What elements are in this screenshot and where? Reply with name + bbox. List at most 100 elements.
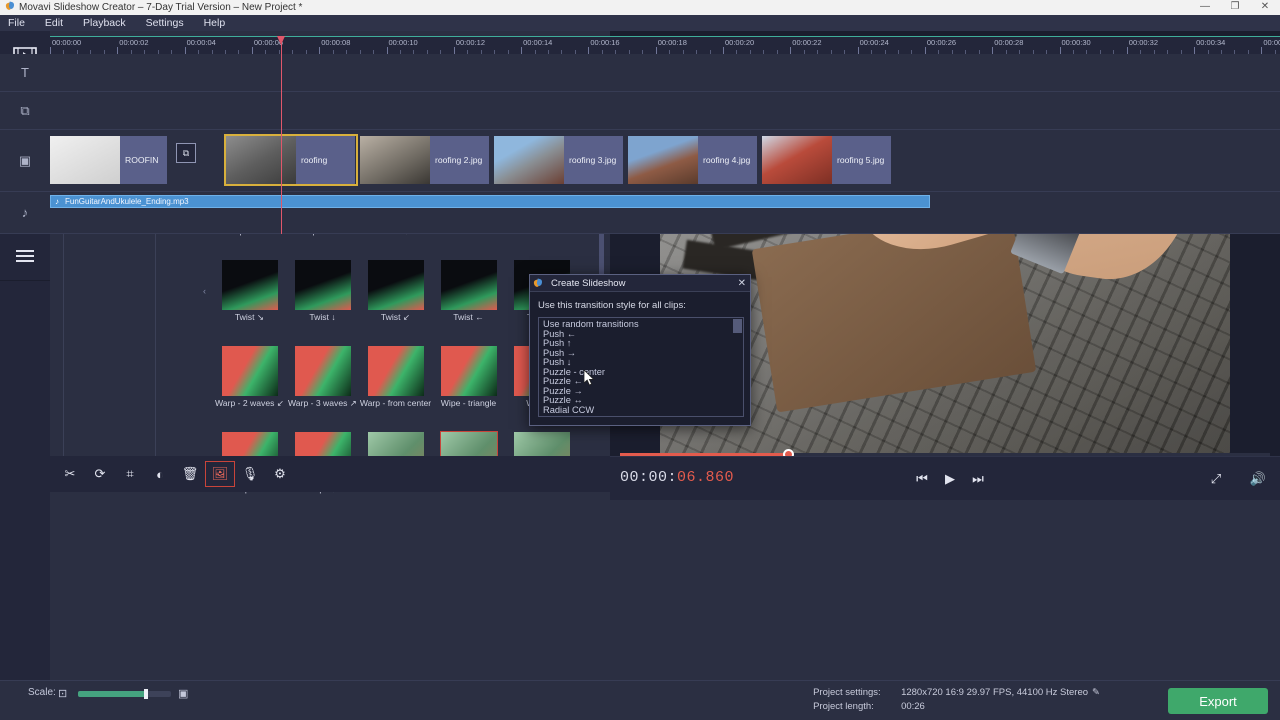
- clip-transition-icon[interactable]: ⧉: [176, 143, 196, 163]
- ruler-tick-label: 00:00:22: [792, 38, 821, 47]
- menu-bar: File Edit Playback Settings Help 🛒 f 📖: [0, 15, 1280, 31]
- record-audio-tool[interactable]: 🎙: [236, 462, 264, 486]
- transition-tile[interactable]: Twist ←: [432, 260, 505, 346]
- ruler-tick-major: [521, 47, 522, 54]
- timeline-clip[interactable]: roofing 2.jpg: [360, 136, 490, 184]
- hamburger-icon: [14, 248, 36, 264]
- track-row-video[interactable]: ROOFIN⧉⧉roofingroofing 2.jpgroofing 3.jp…: [50, 130, 1280, 192]
- minimize-button[interactable]: —: [1190, 0, 1220, 15]
- ruler-tick-major: [790, 47, 791, 54]
- clip-properties-tool[interactable]: ⚙: [266, 462, 294, 486]
- app-logo-icon: [6, 2, 15, 11]
- track-row-titles[interactable]: [50, 54, 1280, 92]
- cut-tool[interactable]: ✂: [56, 462, 84, 486]
- timeline-clip[interactable]: roofing 4.jpg: [628, 136, 758, 184]
- menu-help[interactable]: Help: [194, 15, 236, 31]
- ruler-tick-label: 00:00:20: [725, 38, 754, 47]
- ruler-tick-label: 00:00:14: [523, 38, 552, 47]
- ruler-tick-major: [588, 47, 589, 54]
- crop-tool[interactable]: ⌗: [116, 462, 144, 486]
- clip-thumbnail: [762, 136, 832, 184]
- menu-edit[interactable]: Edit: [35, 15, 73, 31]
- scale-slider[interactable]: [78, 691, 171, 697]
- timeline-clip[interactable]: roofing: [226, 136, 356, 184]
- transition-tile[interactable]: Twist ↘: [213, 260, 286, 346]
- transition-tile[interactable]: Wipe - triangle: [432, 346, 505, 432]
- ruler-tick-label: 00:00:26: [927, 38, 956, 47]
- player-right-controls: ⤢ 🔊: [1202, 465, 1272, 493]
- rail-item-more[interactable]: [0, 231, 50, 281]
- ruler-tick-label: 00:00:12: [456, 38, 485, 47]
- ruler-tick-major: [656, 47, 657, 54]
- transition-style-option[interactable]: Radial CCW: [539, 406, 743, 416]
- create-slideshow-dialog: Create Slideshow ✕ Use this transition s…: [529, 274, 751, 426]
- timeline-clip[interactable]: ROOFIN: [50, 136, 168, 184]
- panel-collapse-arrow-icon[interactable]: ‹: [203, 286, 206, 296]
- clip-name: roofing 4.jpg: [698, 155, 755, 165]
- player-timecode: 00:00:06.860: [620, 469, 734, 486]
- dialog-app-icon: [534, 279, 543, 288]
- timeline-playhead[interactable]: [281, 36, 282, 234]
- ruler-tick-major: [454, 47, 455, 54]
- track-row-transitions[interactable]: [50, 92, 1280, 130]
- transition-tile[interactable]: Warp - from center: [359, 346, 432, 432]
- previous-frame-button[interactable]: ⏮: [908, 465, 936, 493]
- pencil-icon[interactable]: ✎: [1092, 687, 1100, 698]
- export-button[interactable]: Export: [1168, 688, 1268, 714]
- window-controls: — ❐ ✕: [1190, 0, 1280, 15]
- listbox-scroll-thumb[interactable]: [733, 319, 742, 333]
- maximize-button[interactable]: ❐: [1220, 0, 1250, 15]
- dialog-subtitle: Use this transition style for all clips:: [530, 292, 750, 311]
- film-icon: ▣: [19, 153, 31, 169]
- transition-thumbnail: [295, 346, 351, 396]
- music-note-icon: ♪: [55, 197, 59, 206]
- ruler-tick-label: 00:00:34: [1196, 38, 1225, 47]
- menu-file[interactable]: File: [0, 15, 35, 31]
- timeline-clip[interactable]: roofing 5.jpg: [762, 136, 892, 184]
- play-button[interactable]: ▶: [936, 465, 964, 493]
- transition-tile[interactable]: Twist ↓: [286, 260, 359, 346]
- ruler-tick-label: 00:00:02: [119, 38, 148, 47]
- transition-style-listbox[interactable]: Use random transitionsPush ←Push ↑Push →…: [538, 317, 744, 417]
- track-header-audio[interactable]: ♪: [0, 192, 50, 234]
- transition-tile[interactable]: Twist ↙: [359, 260, 432, 346]
- transition-thumbnail: [222, 260, 278, 310]
- zoom-out-icon[interactable]: ⊡: [58, 687, 67, 700]
- menu-settings[interactable]: Settings: [136, 15, 194, 31]
- volume-button[interactable]: 🔊: [1244, 465, 1272, 493]
- player-control-bar: 00:00:06.860 ⏮ ▶ ⏭ ⤢ 🔊: [610, 456, 1280, 500]
- track-header-transitions[interactable]: ⧉: [0, 92, 50, 130]
- zoom-in-icon[interactable]: ▣: [178, 687, 188, 700]
- mouse-cursor: [584, 370, 595, 389]
- color-adjust-tool[interactable]: ◐: [146, 462, 174, 486]
- delete-tool[interactable]: 🗑: [176, 462, 204, 486]
- rotate-tool[interactable]: ⟳: [86, 462, 114, 486]
- scale-slider-knob[interactable]: [144, 689, 148, 699]
- timeline-audio-clip[interactable]: ♪FunGuitarAndUkulele_Ending.mp3: [50, 195, 930, 208]
- next-frame-button[interactable]: ⏭: [964, 465, 992, 493]
- ruler-tick-major: [252, 47, 253, 54]
- timeline-ruler[interactable]: 00:00:0000:00:0200:00:0400:00:0600:00:08…: [50, 36, 1280, 54]
- fullscreen-button[interactable]: ⤢: [1202, 465, 1230, 493]
- window-title: Movavi Slideshow Creator – 7-Day Trial V…: [19, 2, 302, 13]
- dialog-close-icon[interactable]: ✕: [738, 278, 746, 289]
- track-header-video[interactable]: ▣: [0, 130, 50, 192]
- ruler-tick-major: [1127, 47, 1128, 54]
- transition-thumbnail: [222, 346, 278, 396]
- window-titlebar: Movavi Slideshow Creator – 7-Day Trial V…: [0, 0, 1280, 15]
- track-header-titles[interactable]: T: [0, 54, 50, 92]
- transition-tile[interactable]: Warp - 2 waves ↙: [213, 346, 286, 432]
- timeline-clip[interactable]: roofing 3.jpg: [494, 136, 624, 184]
- ruler-tick-major: [723, 47, 724, 54]
- transition-thumbnail: [368, 260, 424, 310]
- image-tool[interactable]: 🖼: [206, 462, 234, 486]
- project-settings-value: 1280x720 16:9 29.97 FPS, 44100 Hz Stereo: [901, 687, 1088, 698]
- menu-playback[interactable]: Playback: [73, 15, 136, 31]
- close-button[interactable]: ✕: [1250, 0, 1280, 15]
- transition-label: Twist ←: [432, 313, 505, 323]
- clip-name: roofing 2.jpg: [430, 155, 487, 165]
- ruler-tick-label: 00:00:24: [860, 38, 889, 47]
- transition-tile[interactable]: Warp - 3 waves ↗: [286, 346, 359, 432]
- track-row-audio[interactable]: ♪FunGuitarAndUkulele_Ending.mp3: [50, 192, 1280, 234]
- transport-controls: ⏮ ▶ ⏭: [908, 465, 992, 493]
